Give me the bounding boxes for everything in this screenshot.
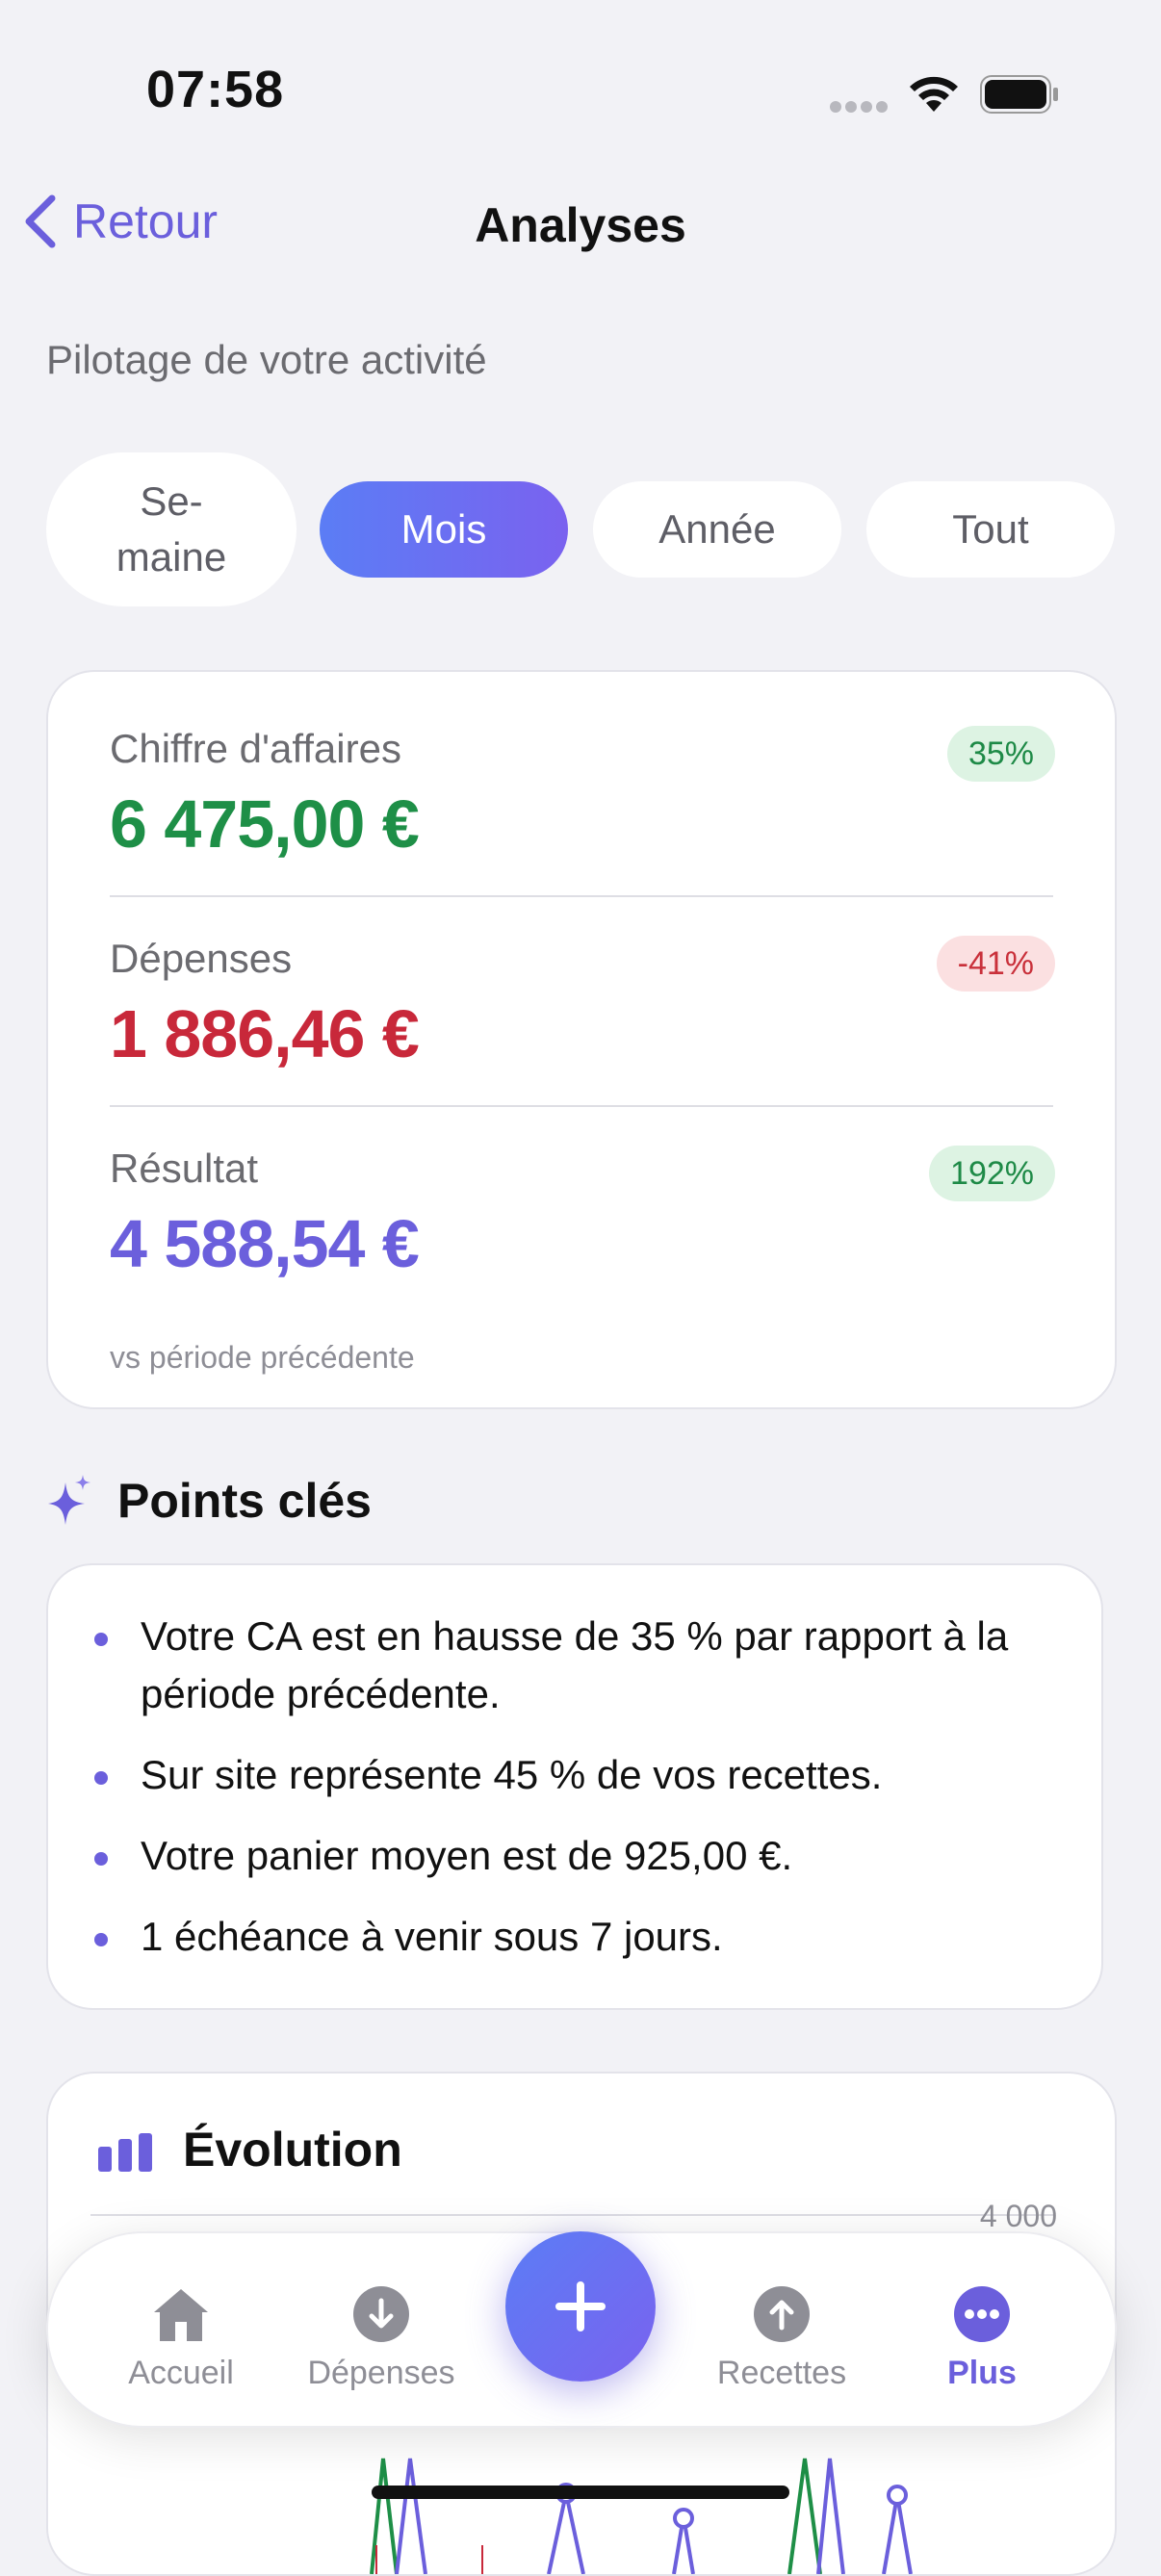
divider bbox=[110, 895, 1053, 897]
result-change-badge: 192% bbox=[929, 1146, 1055, 1201]
tab-label: Plus bbox=[947, 2355, 1017, 2391]
revenue-label: Chiffre d'affaires bbox=[110, 726, 401, 771]
evolution-title: Évolution bbox=[183, 2123, 402, 2177]
divider bbox=[110, 1105, 1053, 1107]
period-month[interactable]: Mois bbox=[320, 481, 568, 578]
period-week[interactable]: Se- maine bbox=[46, 452, 297, 606]
page-subtitle: Pilotage de votre activité bbox=[46, 337, 487, 382]
status-time: 07:58 bbox=[146, 61, 285, 118]
kpi-footnote: vs période précédente bbox=[110, 1340, 415, 1375]
tab-depenses[interactable]: Dépenses bbox=[285, 2233, 477, 2426]
tab-plus[interactable]: Plus bbox=[886, 2233, 1078, 2426]
home-icon bbox=[154, 2289, 208, 2341]
key-point-item: Votre panier moyen est de 925,00 €. bbox=[50, 1827, 1042, 1885]
add-button[interactable] bbox=[505, 2231, 656, 2382]
expenses-label: Dépenses bbox=[110, 936, 293, 981]
plus-icon bbox=[555, 2281, 606, 2331]
result-value: 4 588,54 € bbox=[110, 1206, 420, 1281]
page-title: Analyses bbox=[475, 198, 686, 252]
expenses-change-badge: -41% bbox=[936, 936, 1055, 992]
revenue-change-badge: 35% bbox=[946, 726, 1055, 782]
period-year[interactable]: Année bbox=[593, 481, 841, 578]
wifi-icon bbox=[910, 76, 958, 112]
tab-label: Recettes bbox=[716, 2355, 847, 2391]
key-point-item: Votre CA est en hausse de 35 % par rappo… bbox=[50, 1608, 1042, 1723]
bar-chart-icon bbox=[98, 2133, 152, 2172]
cellular-signal-icon bbox=[830, 101, 888, 113]
revenue-value: 6 475,00 € bbox=[110, 786, 420, 862]
key-point-item: 1 échéance à venir sous 7 jours. bbox=[50, 1908, 1042, 1966]
battery-icon bbox=[980, 75, 1058, 114]
expenses-value: 1 886,46 € bbox=[110, 996, 420, 1071]
tab-accueil[interactable]: Accueil bbox=[85, 2233, 277, 2426]
chart-gridline bbox=[90, 2214, 1053, 2216]
key-point-item: Sur site représente 45 % de vos recettes… bbox=[50, 1746, 1042, 1804]
home-indicator bbox=[372, 2486, 789, 2499]
kpi-card: Chiffre d'affaires 35% 6 475,00 € Dépens… bbox=[46, 670, 1117, 1409]
tab-label: Accueil bbox=[128, 2355, 234, 2391]
period-all[interactable]: Tout bbox=[866, 481, 1115, 578]
arrow-down-circle-icon bbox=[353, 2286, 409, 2342]
more-circle-icon bbox=[954, 2286, 1010, 2342]
tab-label: Dépenses bbox=[307, 2355, 455, 2391]
y-axis-tick: 4 000 bbox=[979, 2199, 1057, 2233]
result-label: Résultat bbox=[110, 1146, 259, 1191]
key-points-title: Points clés bbox=[117, 1474, 372, 1528]
tab-recettes[interactable]: Recettes bbox=[685, 2233, 878, 2426]
sparkles-icon bbox=[48, 1475, 90, 1525]
arrow-up-circle-icon bbox=[754, 2286, 810, 2342]
